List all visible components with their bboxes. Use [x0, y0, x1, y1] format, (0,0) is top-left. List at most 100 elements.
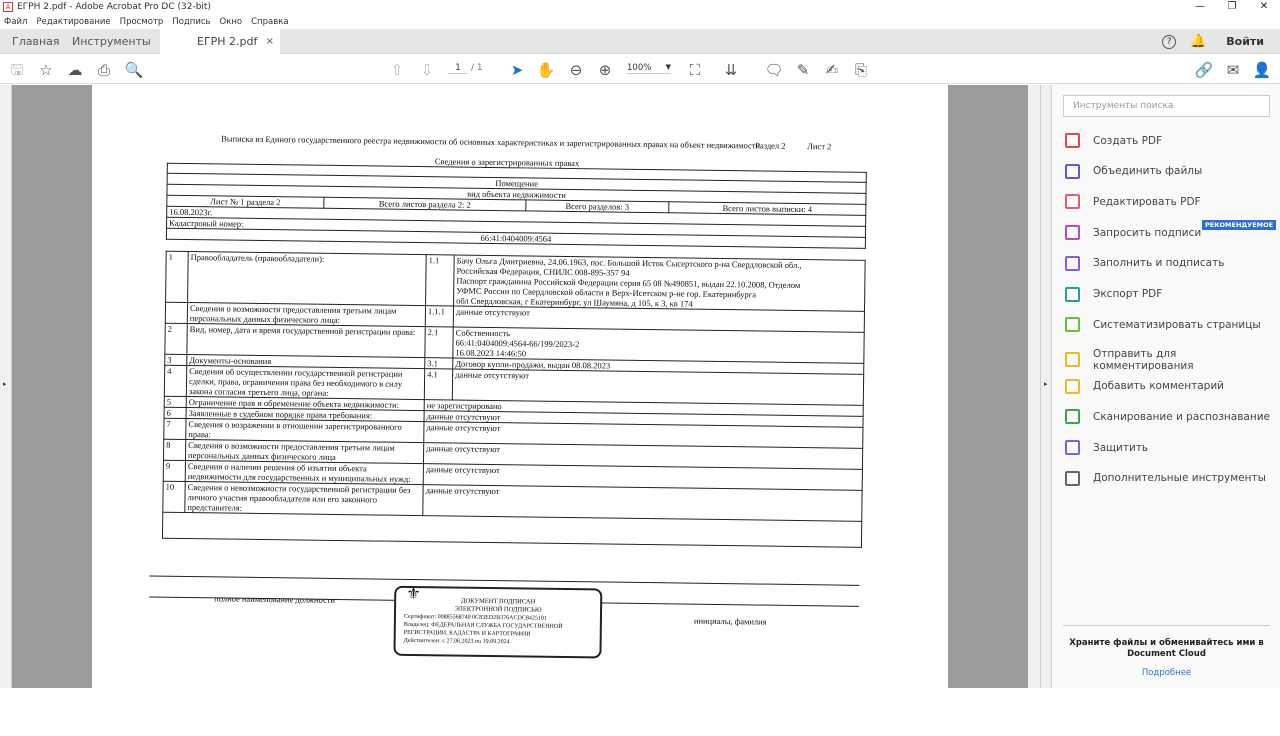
- close-window-button[interactable]: ✕: [1248, 0, 1280, 14]
- doc-sheet: Лист 2: [807, 141, 832, 152]
- print-icon[interactable]: ⎙: [94, 60, 114, 80]
- learn-more-link[interactable]: Подробнее: [1063, 668, 1270, 679]
- hand-icon[interactable]: ✋: [536, 60, 556, 80]
- tool-label: Объединить файлы: [1093, 165, 1203, 178]
- row-label: Сведения о возможности предоставления тр…: [185, 439, 424, 464]
- share-link-icon[interactable]: 🔗: [1194, 60, 1214, 80]
- tool-item[interactable]: Редактировать PDF: [1065, 194, 1201, 210]
- close-tab-icon[interactable]: ×: [266, 29, 274, 54]
- page-fit-icon[interactable]: ⛶: [685, 60, 705, 80]
- sign-icon[interactable]: ✍: [822, 60, 842, 80]
- cloud-upload-icon[interactable]: ☁: [65, 60, 85, 80]
- chevron-down-icon: ▼: [665, 63, 671, 71]
- help-icon[interactable]: ?: [1162, 34, 1177, 49]
- tool-item[interactable]: Сканирование и распознавание: [1065, 409, 1270, 425]
- menu-help[interactable]: Справка: [251, 17, 288, 27]
- row-number: 2: [164, 323, 188, 355]
- tool-label: Отправить для комментирования: [1092, 347, 1194, 372]
- row-subnumber: 4.1: [424, 368, 453, 400]
- cloud-text: Храните файлы и обменивайтесь ими в Docu…: [1069, 638, 1264, 659]
- zoom-value: 100%: [627, 63, 652, 73]
- tools-search-input[interactable]: Инструменты поиска: [1063, 95, 1270, 117]
- tool-label: Систематизировать страницы: [1093, 318, 1261, 331]
- tool-item[interactable]: Защитить: [1065, 440, 1148, 455]
- zoom-search-icon[interactable]: 🔍: [124, 60, 144, 80]
- tool-icon: [1065, 440, 1080, 455]
- bell-icon[interactable]: 🔔: [1190, 34, 1206, 49]
- tool-icon: [1065, 163, 1080, 179]
- menu-sign[interactable]: Подпись: [172, 17, 210, 27]
- table-row: 1 Правообладатель (правообладатели): 1.1 Ба…: [165, 251, 866, 312]
- tool-item[interactable]: Систематизировать страницы: [1065, 317, 1261, 333]
- tool-item[interactable]: Дополнительные инструменты: [1065, 470, 1266, 486]
- tool-item[interactable]: Запросить подписи: [1065, 225, 1202, 241]
- menu-bar: Файл Редактирование Просмотр Подпись Окн…: [0, 14, 1280, 29]
- row-label: Сведения об осуществлении государственно…: [186, 365, 425, 400]
- row-label: Сведения о наличии решения об изъятии об…: [185, 460, 424, 485]
- position-label: полное наименование должности: [214, 593, 336, 605]
- tool-label: Добавить комментарий: [1093, 380, 1224, 393]
- tool-item[interactable]: Добавить комментарий: [1065, 378, 1224, 394]
- right-panel-toggle[interactable]: ▸: [1040, 85, 1052, 688]
- highlight-pen-icon[interactable]: ✎: [793, 60, 813, 80]
- row-number: 7: [163, 418, 187, 440]
- tool-label: Сканирование и распознавание: [1093, 410, 1270, 423]
- tool-icon: [1065, 409, 1080, 425]
- next-page-icon[interactable]: ⇩: [417, 60, 437, 80]
- zoom-in-icon[interactable]: ⊕: [595, 60, 615, 80]
- tab-home[interactable]: Главная: [12, 29, 60, 54]
- tool-item[interactable]: Объединить файлы: [1065, 163, 1203, 179]
- tool-item[interactable]: Создать PDF: [1065, 133, 1162, 148]
- tool-label: Запросить подписи: [1093, 226, 1202, 239]
- tool-label: Защитить: [1093, 441, 1149, 454]
- tool-icon: [1065, 317, 1080, 333]
- emblem-icon: ⚜: [406, 585, 421, 604]
- tool-icon: [1065, 194, 1080, 210]
- tool-item[interactable]: Отправить для комментирования: [1065, 348, 1280, 372]
- star-icon[interactable]: ☆: [36, 60, 56, 80]
- tool-item[interactable]: Экспорт PDF: [1065, 286, 1162, 302]
- tool-icon: [1065, 255, 1080, 271]
- vertical-scrollbar[interactable]: [1028, 85, 1040, 688]
- tab-document-label: ЕГРН 2.pdf: [197, 35, 258, 48]
- row-subnumber: 2.1: [424, 326, 454, 358]
- tool-label: Создать PDF: [1093, 134, 1163, 147]
- row-number: 5: [164, 396, 187, 408]
- initials-label: инициалы, фамилия: [693, 615, 767, 627]
- prev-page-icon[interactable]: ⇧: [387, 60, 407, 80]
- tab-tools[interactable]: Инструменты: [72, 29, 151, 54]
- toolbar: 🖫 ☆ ☁ ⎙ 🔍 ⇧ ⇩ 1 / 1 ➤ ✋ ⊖ ⊕ 100% ▼ ⛶ ⇊ 🗨…: [0, 55, 1280, 84]
- add-user-icon[interactable]: 👤: [1252, 60, 1272, 80]
- row-subnumber: 3.1: [424, 357, 453, 369]
- row-number: 4: [164, 365, 187, 397]
- comment-icon[interactable]: 🗨: [764, 60, 784, 80]
- menu-edit[interactable]: Редактирование: [36, 17, 110, 27]
- save-icon[interactable]: 🖫: [7, 60, 27, 80]
- page-total: / 1: [471, 63, 483, 73]
- menu-window[interactable]: Окно: [220, 17, 243, 27]
- maximize-button[interactable]: ❐: [1216, 0, 1248, 14]
- window-controls: — ❐ ✕: [1184, 0, 1280, 14]
- chevron-right-icon: ▸: [3, 380, 7, 388]
- menu-view[interactable]: Просмотр: [120, 17, 164, 27]
- tool-icon: [1065, 378, 1080, 394]
- scroll-mode-icon[interactable]: ⇊: [721, 60, 741, 80]
- menu-file[interactable]: Файл: [4, 17, 27, 27]
- row-label: Сведения о возможности предоставления тр…: [187, 302, 426, 327]
- tab-document[interactable]: ЕГРН 2.pdf ×: [160, 29, 280, 54]
- zoom-select[interactable]: 100% ▼: [627, 63, 671, 74]
- title-bar: A ЕГРН 2.pdf - Adobe Acrobat Pro DC (32-…: [0, 0, 1280, 14]
- email-icon[interactable]: ✉: [1223, 60, 1243, 80]
- tool-label: Заполнить и подписать: [1093, 257, 1225, 270]
- stamp-valid: Действителен: с 27.06.2023 по 19.09.2024: [403, 637, 510, 646]
- minimize-button[interactable]: —: [1184, 0, 1216, 14]
- select-cursor-icon[interactable]: ➤: [507, 60, 527, 80]
- sign-in-button[interactable]: Войти: [1226, 35, 1264, 48]
- header-table: Помещение вид объекта недвижимости Лист …: [166, 163, 867, 249]
- tool-item[interactable]: Заполнить и подписать: [1065, 255, 1225, 271]
- left-panel-toggle[interactable]: ▸: [0, 85, 12, 688]
- zoom-out-icon[interactable]: ⊖: [566, 60, 586, 80]
- page-number-input[interactable]: 1: [448, 63, 468, 74]
- edit-pdf-icon[interactable]: ⎘: [851, 60, 871, 80]
- row-number: 10: [162, 481, 186, 513]
